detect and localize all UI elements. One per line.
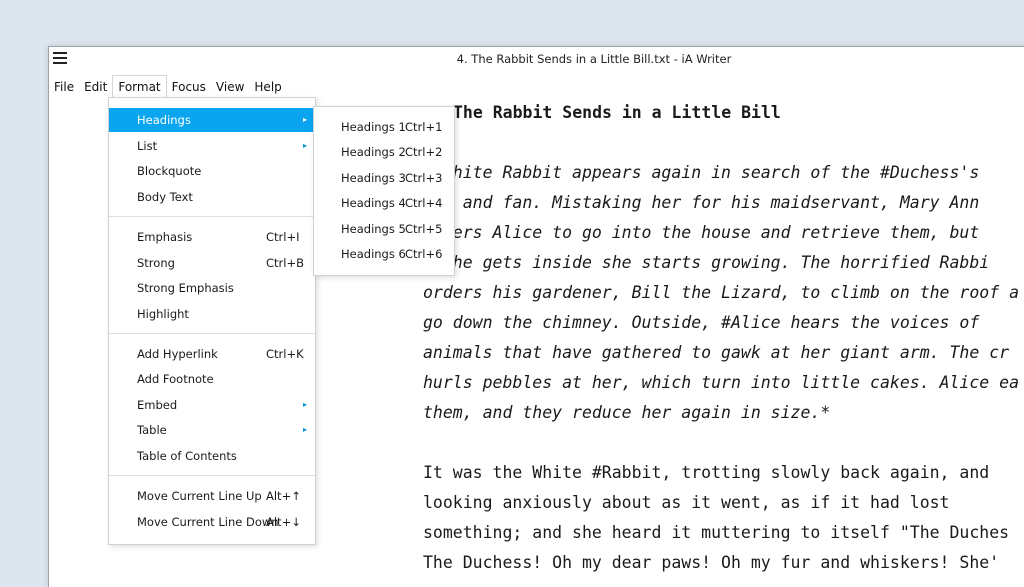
menu-item-table-of-contents[interactable]: Table of Contents (109, 444, 315, 468)
menu-view[interactable]: View (211, 75, 249, 99)
menu-item-add-hyperlink[interactable]: Add Hyperlink Ctrl+K (109, 342, 315, 366)
menu-item-add-footnote[interactable]: Add Footnote (109, 367, 315, 391)
menu-item-strong-emphasis[interactable]: Strong Emphasis (109, 276, 315, 300)
chevron-right-icon: ▸ (302, 425, 307, 434)
text-line: ves and fan. Mistaking her for his maids… (423, 193, 980, 212)
menu-item-table[interactable]: Table ▸ (109, 418, 315, 442)
menu-item-emphasis[interactable]: Emphasis Ctrl+I (109, 225, 315, 249)
format-menu: Headings ▸ List ▸ Blockquote Body Text E… (108, 97, 316, 545)
document-heading: The Rabbit Sends in a Little Bill (453, 103, 781, 122)
menu-file[interactable]: File (49, 75, 79, 99)
menu-item-headings[interactable]: Headings ▸ (109, 108, 315, 132)
submenu-item-headings-1[interactable]: Headings 1 Ctrl+1 (314, 115, 454, 140)
chevron-right-icon: ▸ (302, 141, 307, 150)
menu-item-list[interactable]: List ▸ (109, 134, 315, 158)
menu-help[interactable]: Help (249, 75, 286, 99)
menu-focus[interactable]: Focus (167, 75, 211, 99)
menu-bar: File Edit Format Focus View Help (49, 75, 287, 100)
menu-divider (109, 475, 315, 476)
chevron-right-icon: ▸ (302, 400, 307, 409)
title-bar: 4. The Rabbit Sends in a Little Bill.txt… (49, 47, 1024, 73)
text-line: The Duchess! Oh my dear paws! Oh my fur … (423, 553, 1000, 572)
headings-submenu: Headings 1 Ctrl+1 Headings 2 Ctrl+2 Head… (313, 106, 455, 276)
text-line: orders Alice to go into the house and re… (423, 223, 980, 242)
chevron-right-icon: ▸ (302, 115, 307, 124)
menu-item-embed[interactable]: Embed ▸ (109, 393, 315, 417)
text-line: e she gets inside she starts growing. Th… (423, 253, 990, 272)
menu-divider (109, 216, 315, 217)
text-line: orders his gardener, Bill the Lizard, to… (423, 283, 1020, 302)
submenu-item-headings-3[interactable]: Headings 3 Ctrl+3 (314, 166, 454, 191)
menu-edit[interactable]: Edit (79, 75, 112, 99)
text-line: animals that have gathered to gawk at he… (423, 343, 1010, 362)
window-title: 4. The Rabbit Sends in a Little Bill.txt… (456, 52, 732, 66)
submenu-item-headings-2[interactable]: Headings 2 Ctrl+2 (314, 140, 454, 165)
text-line: go down the chimney. Outside, #Alice hea… (423, 313, 980, 332)
text-line: them, and they reduce her again in size.… (423, 403, 831, 422)
text-line: something; and she heard it muttering to… (423, 523, 1010, 542)
menu-item-blockquote[interactable]: Blockquote (109, 159, 315, 183)
menu-item-strong[interactable]: Strong Ctrl+B (109, 251, 315, 275)
text-line: looking anxiously about as it went, as i… (423, 493, 950, 512)
text-line: It was the White #Rabbit, trotting slowl… (423, 463, 990, 482)
menu-item-move-line-up[interactable]: Move Current Line Up Alt+↑ (109, 484, 315, 508)
text-line: hurls pebbles at her, which turn into li… (423, 373, 1020, 392)
menu-item-body-text[interactable]: Body Text (109, 185, 315, 209)
submenu-item-headings-4[interactable]: Headings 4 Ctrl+4 (314, 191, 454, 216)
menu-divider (109, 333, 315, 334)
submenu-item-headings-6[interactable]: Headings 6 Ctrl+6 (314, 242, 454, 267)
menu-item-move-line-down[interactable]: Move Current Line Down Alt+↓ (109, 510, 315, 534)
text-line: e White Rabbit appears again in search o… (423, 163, 980, 182)
submenu-item-headings-5[interactable]: Headings 5 Ctrl+5 (314, 217, 454, 242)
menu-item-highlight[interactable]: Highlight (109, 302, 315, 326)
